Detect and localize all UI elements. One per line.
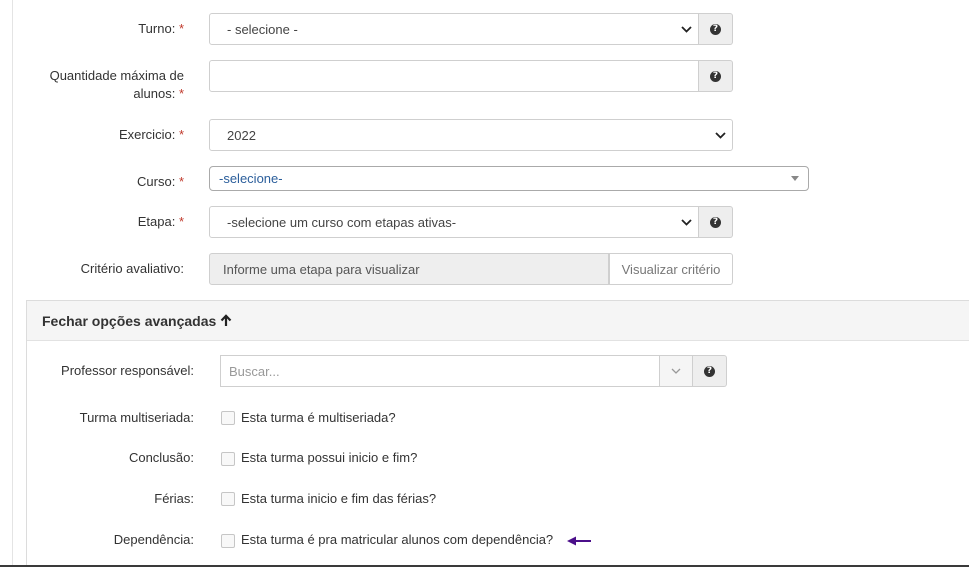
exercicio-label: Exercicio: * [60,126,184,144]
professor-search-input[interactable]: Buscar... [220,355,660,387]
chevron-down-icon [674,25,698,33]
conclusao-checkbox[interactable] [221,452,235,466]
curso-label-text: Curso: [137,174,176,189]
professor-dropdown-button[interactable] [660,355,693,387]
curso-select[interactable]: -selecione- [209,166,809,191]
turno-label-text: Turno: [138,21,176,36]
chevron-down-icon [671,368,681,374]
visualizar-criterio-label: Visualizar critério [621,261,721,277]
etapa-select[interactable]: -selecione um curso com etapas ativas- [209,206,699,238]
ferias-checkbox[interactable] [221,492,235,506]
dependencia-checkbox[interactable] [221,534,235,548]
etapa-select-value: -selecione um curso com etapas ativas- [227,214,457,230]
chevron-down-icon [708,131,732,139]
quantidade-help-button[interactable]: ? [699,60,733,92]
required-mark: * [178,21,184,36]
quantidade-input[interactable] [209,60,699,92]
conclusao-label-text: Conclusão: [128,450,194,465]
advanced-options-panel: Fechar opções avançadas [26,300,969,567]
criterio-label-text: Critério avaliativo: [80,261,184,276]
curso-label: Curso: * [60,173,184,191]
etapa-label-text: Etapa: [137,214,176,229]
required-mark: * [178,214,184,229]
quantidade-label-line1: Quantidade máxima de [49,68,184,83]
ferias-label-text: Férias: [154,491,194,506]
turno-select[interactable]: - selecione - [209,13,699,45]
required-mark: * [178,86,184,101]
question-circle-icon: ? [704,365,715,377]
advanced-options-toggle[interactable]: Fechar opções avançadas [27,301,969,341]
criterio-readonly-field: Informe uma etapa para visualizar [209,253,609,285]
quantidade-label: Quantidade máxima de alunos: * [20,67,184,103]
criterio-readonly-value: Informe uma etapa para visualizar [223,261,420,277]
required-mark: * [178,174,184,189]
question-circle-icon: ? [710,70,721,82]
professor-search-placeholder: Buscar... [229,363,280,379]
conclusao-checkbox-label[interactable]: Esta turma possui inicio e fim? [241,450,417,466]
exercicio-select[interactable]: 2022 [209,119,733,151]
dependencia-label: Dependência: [40,531,194,549]
conclusao-label: Conclusão: [40,449,194,467]
visualizar-criterio-button[interactable]: Visualizar critério [609,253,733,285]
quantidade-label-line2: alunos: [133,86,176,101]
turno-label: Turno: * [60,20,184,38]
exercicio-select-value: 2022 [227,127,256,143]
turno-select-value: - selecione - [227,21,298,37]
professor-label-text: Professor responsável: [61,363,194,378]
multiseriada-label-text: Turma multiseriada: [79,410,194,425]
curso-select-value: -selecione- [219,171,283,186]
question-circle-icon: ? [710,216,721,228]
dependencia-label-text: Dependência: [113,532,194,547]
dependencia-checkbox-label[interactable]: Esta turma é pra matricular alunos com d… [241,532,553,548]
criterio-label: Critério avaliativo: [40,260,184,278]
exercicio-label-text: Exercicio: [118,127,176,142]
advanced-options-header: Fechar opções avançadas [42,312,217,329]
professor-help-button[interactable]: ? [693,355,727,387]
chevron-down-icon [674,218,698,226]
required-mark: * [178,127,184,142]
ferias-label: Férias: [40,490,194,508]
professor-label: Professor responsável: [40,362,194,380]
ferias-checkbox-label[interactable]: Esta turma inicio e fim das férias? [241,491,436,507]
arrow-up-icon [220,314,232,327]
multiseriada-label: Turma multiseriada: [40,409,194,427]
etapa-help-button[interactable]: ? [699,206,733,238]
turno-help-button[interactable]: ? [699,13,733,45]
multiseriada-checkbox-label[interactable]: Esta turma é multiseriada? [241,410,396,426]
triangle-down-icon [791,176,799,181]
arrow-left-annotation-icon [567,536,591,546]
multiseriada-checkbox[interactable] [221,411,235,425]
question-circle-icon: ? [710,23,721,35]
etapa-label: Etapa: * [60,213,184,231]
